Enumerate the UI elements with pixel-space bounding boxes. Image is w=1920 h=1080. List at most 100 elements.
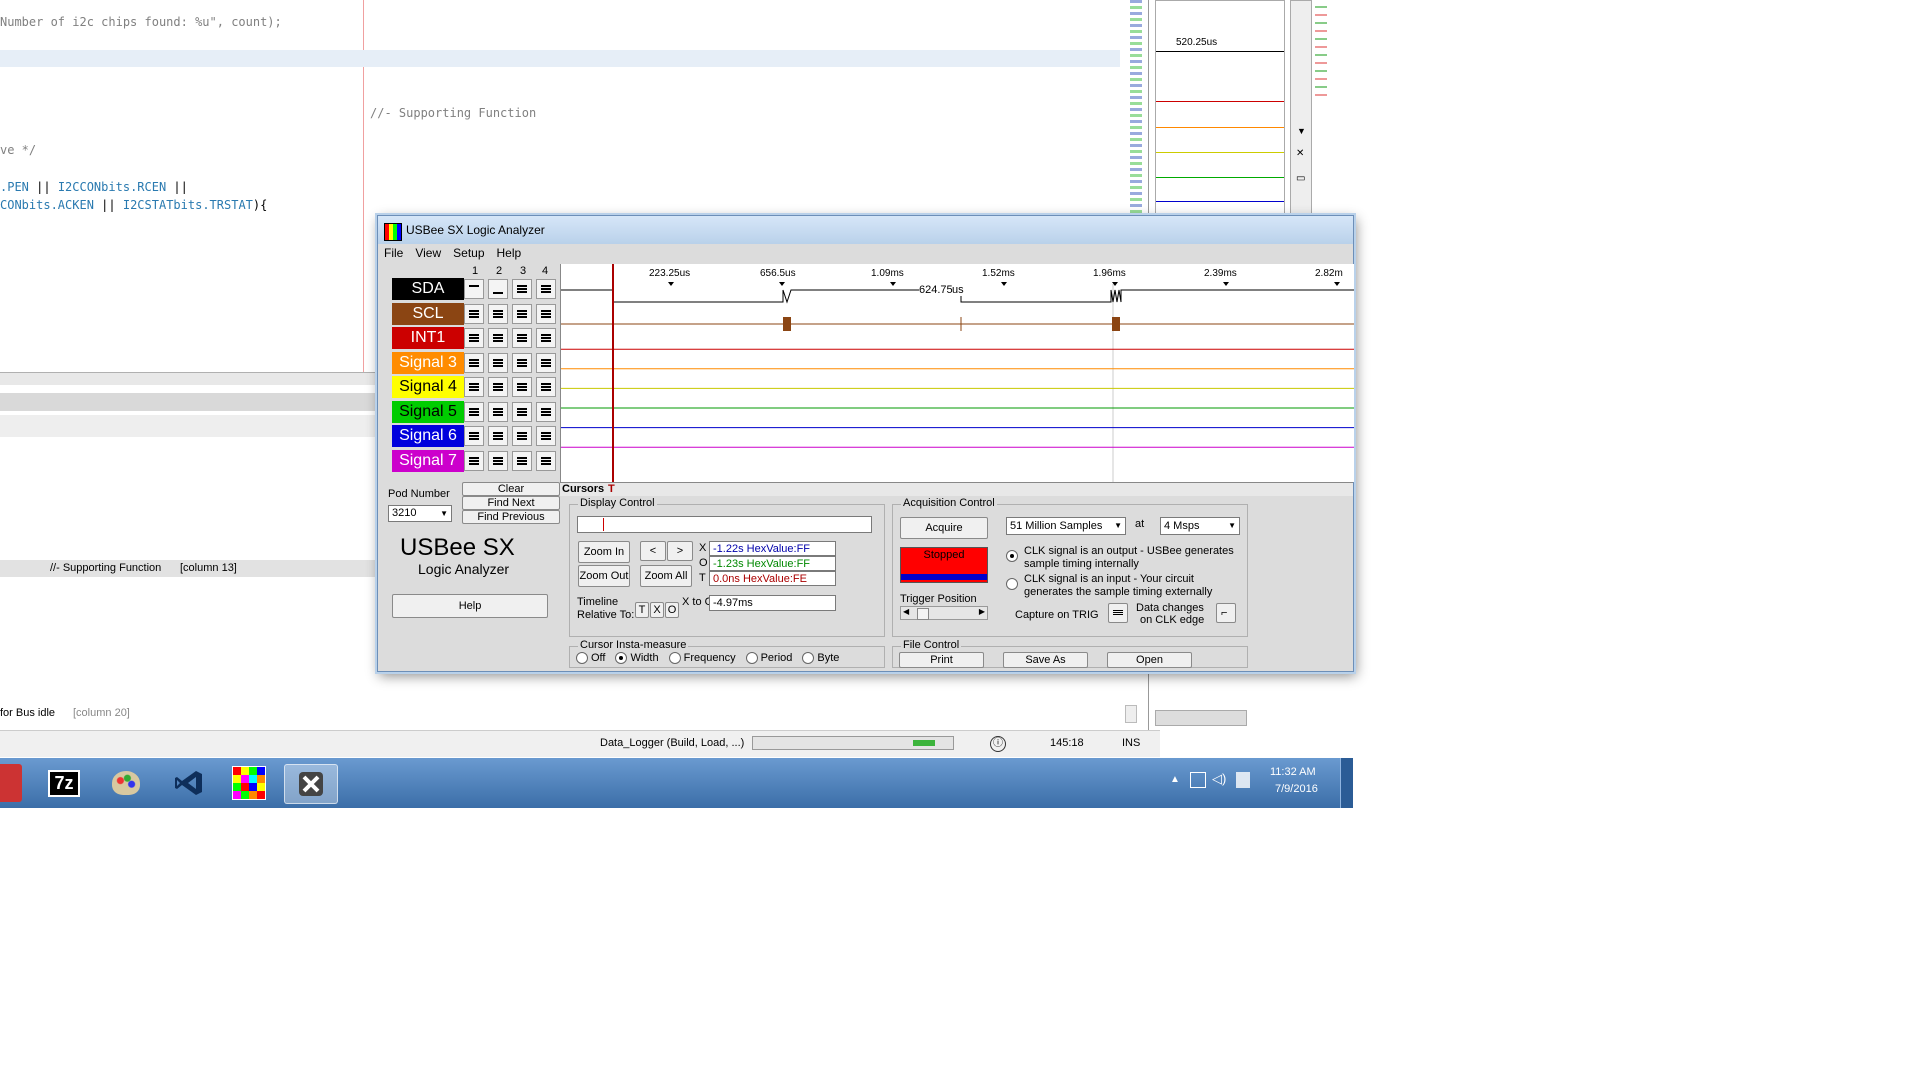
signal-label[interactable]: Signal 4 [392, 376, 464, 398]
find-previous-button[interactable]: Find Previous [462, 510, 560, 524]
cursor-bar[interactable]: Cursors T [560, 482, 1353, 496]
pdf-app-icon[interactable] [0, 764, 22, 802]
window-titlebar[interactable]: USBee SX Logic Analyzer [378, 216, 1353, 244]
relative-t-button[interactable]: T [635, 602, 649, 618]
trigger-condition-button[interactable] [488, 426, 508, 446]
minimize-icon[interactable]: ▭ [1296, 173, 1305, 184]
insta-option-width[interactable]: Width [615, 652, 659, 665]
samples-select[interactable]: 51 Million Samples ▼ [1006, 517, 1126, 535]
trigger-condition-button[interactable] [488, 279, 508, 299]
trigger-condition-button[interactable] [464, 352, 484, 373]
menu-setup[interactable]: Setup [453, 246, 484, 260]
visual-studio-app-icon[interactable] [163, 764, 215, 802]
trigger-condition-button[interactable] [464, 328, 484, 348]
scroll-left-button[interactable]: < [640, 541, 666, 561]
tray-time[interactable]: 11:32 AM [1270, 766, 1316, 778]
pod-number-select[interactable]: 3210 ▼ [388, 505, 452, 522]
trigger-condition-button[interactable] [464, 450, 484, 471]
power-icon[interactable] [1236, 772, 1250, 788]
acquire-button[interactable]: Acquire [900, 517, 988, 539]
relative-o-button[interactable]: O [665, 602, 679, 618]
close-icon[interactable]: ✕ [1296, 148, 1304, 159]
trigger-condition-button[interactable] [488, 377, 508, 397]
zoom-in-button[interactable]: Zoom In [578, 541, 630, 563]
insta-option-off[interactable]: Off [576, 652, 605, 665]
menu-file[interactable]: File [384, 246, 403, 260]
signal-label[interactable]: SCL [392, 302, 464, 325]
trigger-condition-button[interactable] [536, 426, 556, 446]
trigger-condition-button[interactable] [464, 401, 484, 422]
rate-select[interactable]: 4 Msps ▼ [1160, 517, 1240, 535]
insta-option-frequency[interactable]: Frequency [668, 652, 736, 665]
show-desktop-button[interactable] [1340, 758, 1353, 808]
trigger-condition-button[interactable] [464, 279, 484, 299]
scroll-right-button[interactable]: > [667, 541, 693, 561]
trigger-condition-button[interactable] [536, 279, 556, 299]
volume-icon[interactable]: ◁) [1212, 771, 1226, 787]
paint-app-icon[interactable] [100, 764, 152, 802]
trigger-condition-button[interactable] [488, 450, 508, 471]
trigger-condition-button[interactable] [488, 401, 508, 422]
trigger-condition-button[interactable] [488, 352, 508, 373]
trigger-condition-button[interactable] [512, 377, 532, 397]
trigger-condition-button[interactable] [536, 303, 556, 324]
cursor-t-marker[interactable]: T [608, 483, 615, 495]
print-button[interactable]: Print [899, 652, 984, 668]
insta-option-byte[interactable]: Byte [802, 652, 839, 665]
trigger-condition-button[interactable] [536, 450, 556, 471]
menu-view[interactable]: View [415, 246, 441, 260]
info-icon[interactable]: ⓘ [990, 736, 1006, 752]
trigger-condition-button[interactable] [512, 426, 532, 446]
help-button[interactable]: Help [392, 594, 548, 618]
arrow-right-icon[interactable]: ▶ [979, 607, 985, 616]
trigger-condition-button[interactable] [536, 328, 556, 348]
trigger-condition-button[interactable] [512, 279, 532, 299]
clk-edge-button[interactable]: ⌐ [1216, 603, 1236, 623]
find-result-row[interactable]: //- Supporting Function [column 13] [0, 560, 380, 577]
menu-help[interactable]: Help [497, 246, 522, 260]
trigger-condition-button[interactable] [512, 328, 532, 348]
clk-input-radio[interactable] [1006, 578, 1021, 591]
clk-output-radio[interactable] [1006, 550, 1021, 563]
clear-button[interactable]: Clear [462, 482, 560, 496]
scrollbar-horizontal[interactable] [1155, 710, 1247, 726]
action-center-icon[interactable] [1190, 772, 1206, 788]
scroll-down-icon[interactable]: ▼ [1297, 126, 1306, 136]
trigger-condition-button[interactable] [536, 377, 556, 397]
zoom-all-button[interactable]: Zoom All [640, 565, 692, 587]
signal-label[interactable]: INT1 [392, 327, 464, 349]
waveform-panel[interactable]: 223.25us 656.5us 1.09ms 1.52ms 1.96ms 2.39ms 2… [560, 264, 1354, 482]
trigger-condition-button[interactable] [464, 426, 484, 446]
signal-label[interactable]: SDA [392, 278, 464, 300]
xtools-app-icon[interactable] [284, 764, 338, 804]
trigger-condition-button[interactable] [536, 352, 556, 373]
trigger-condition-button[interactable] [512, 303, 532, 324]
trigger-condition-button[interactable] [464, 377, 484, 397]
signal-label[interactable]: Signal 6 [392, 425, 464, 447]
logic-analyzer-app-icon[interactable] [223, 764, 275, 802]
trigger-position-slider[interactable]: ◀ ▶ [900, 606, 988, 620]
trigger-condition-button[interactable] [512, 450, 532, 471]
display-scrollbar[interactable] [577, 516, 872, 533]
save-as-button[interactable]: Save As [1003, 652, 1088, 668]
trigger-condition-button[interactable] [488, 303, 508, 324]
7zip-app-icon[interactable]: 7z [38, 764, 90, 802]
scrollbar-vertical[interactable]: ▼ ✕ ▭ [1290, 0, 1312, 215]
insta-option-period[interactable]: Period [745, 652, 792, 665]
zoom-out-button[interactable]: Zoom Out [578, 565, 630, 587]
signal-label[interactable]: Signal 7 [392, 449, 464, 472]
relative-x-button[interactable]: X [650, 602, 664, 618]
trigger-condition-button[interactable] [512, 401, 532, 422]
tray-date[interactable]: 7/9/2016 [1275, 783, 1318, 795]
trigger-condition-button[interactable] [536, 401, 556, 422]
slider-thumb[interactable] [917, 608, 929, 620]
signal-label[interactable]: Signal 3 [392, 351, 464, 374]
capture-trig-button[interactable] [1108, 603, 1128, 623]
find-next-button[interactable]: Find Next [462, 496, 560, 510]
scrollbar[interactable] [1125, 705, 1137, 723]
trigger-condition-button[interactable] [512, 352, 532, 373]
trigger-condition-button[interactable] [488, 328, 508, 348]
signal-label[interactable]: Signal 5 [392, 400, 464, 423]
tray-expand-icon[interactable]: ▲ [1170, 774, 1180, 785]
trigger-condition-button[interactable] [464, 303, 484, 324]
